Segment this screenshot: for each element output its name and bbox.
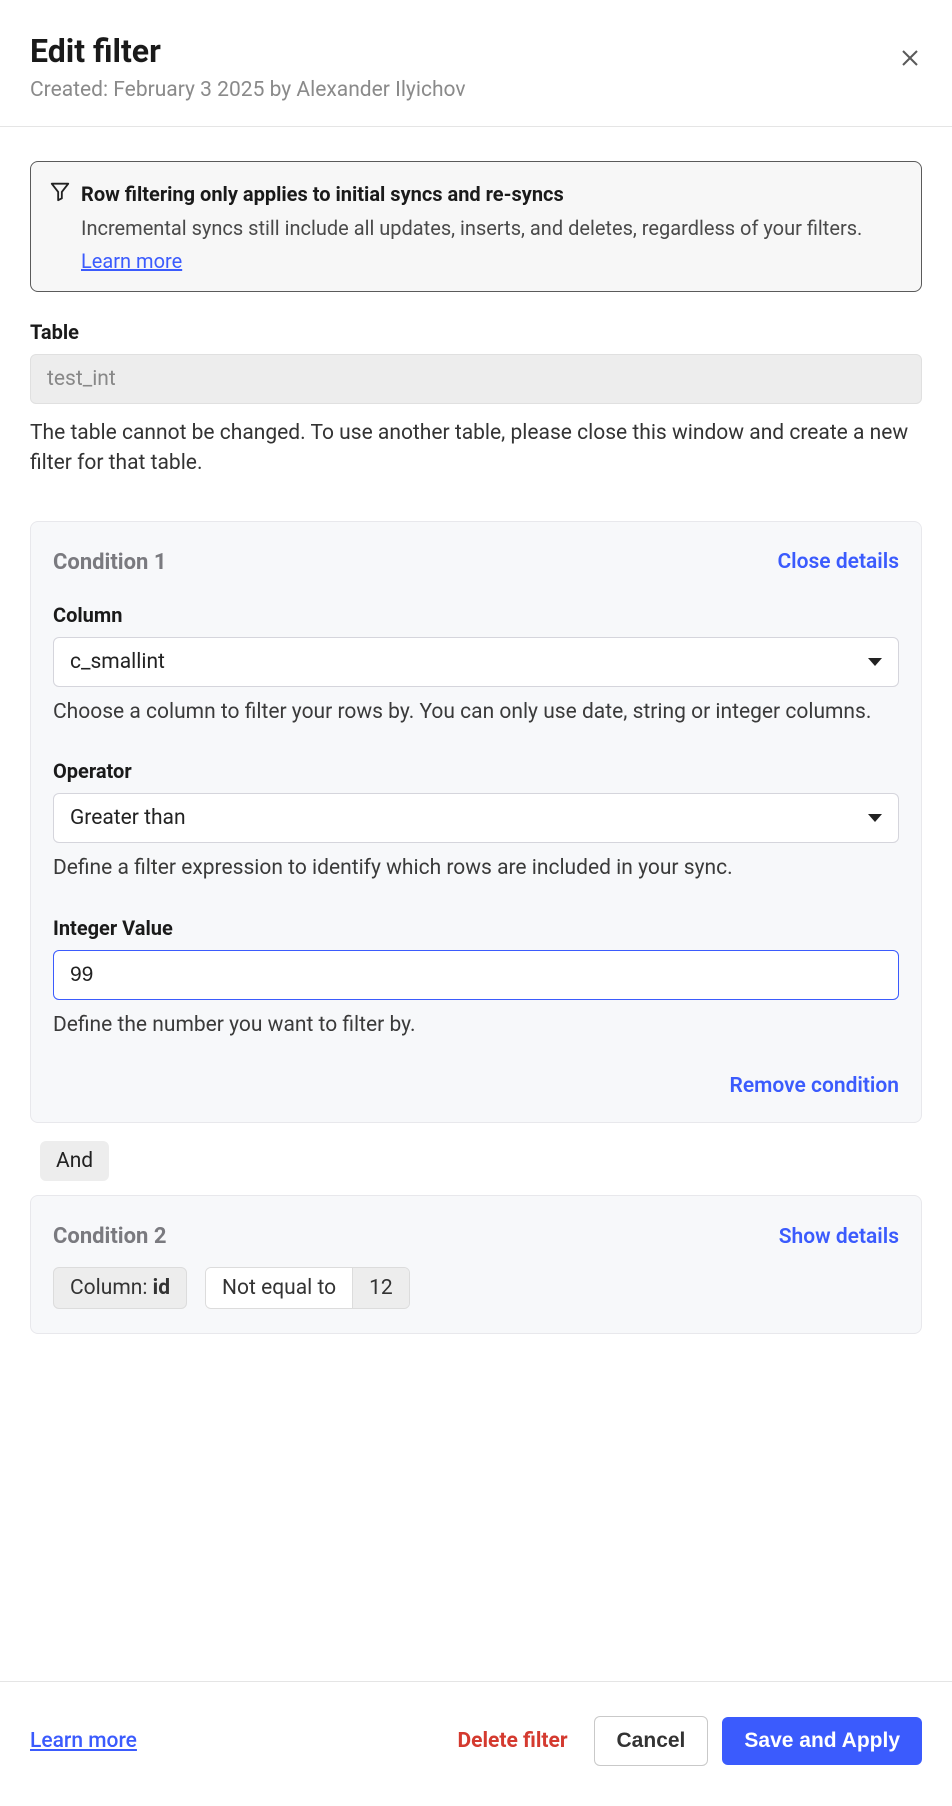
remove-condition-link[interactable]: Remove condition <box>730 1074 900 1098</box>
operator-label: Operator <box>53 759 899 783</box>
and-joiner-chip: And <box>40 1141 109 1181</box>
condition-2-header: Condition 2 Show details <box>53 1224 899 1249</box>
condition-2-column-value: id <box>153 1276 170 1300</box>
info-learn-more-link[interactable]: Learn more <box>81 249 182 273</box>
condition-2-column-pill: Column: id <box>53 1267 187 1309</box>
show-details-link[interactable]: Show details <box>779 1225 899 1249</box>
table-label: Table <box>30 320 922 344</box>
filter-icon <box>49 180 71 202</box>
column-helper-text: Choose a column to filter your rows by. … <box>53 697 899 727</box>
column-select[interactable]: c_smallint <box>53 637 899 687</box>
dialog-content: Row filtering only applies to initial sy… <box>0 127 952 1368</box>
operator-select-value: Greater than <box>70 806 186 830</box>
cancel-button[interactable]: Cancel <box>594 1716 709 1766</box>
condition-2-summary: Column: id Not equal to 12 <box>53 1267 899 1309</box>
footer-learn-more-link[interactable]: Learn more <box>30 1729 137 1753</box>
save-and-apply-button[interactable]: Save and Apply <box>722 1717 922 1765</box>
value-helper-text: Define the number you want to filter by. <box>53 1010 899 1040</box>
info-title: Row filtering only applies to initial sy… <box>81 180 899 208</box>
table-helper-text: The table cannot be changed. To use anot… <box>30 418 922 479</box>
condition-2-value: 12 <box>353 1268 409 1308</box>
chevron-down-icon <box>868 658 882 666</box>
operator-select[interactable]: Greater than <box>53 793 899 843</box>
table-input: test_int <box>30 354 922 404</box>
remove-condition-row: Remove condition <box>53 1074 899 1098</box>
dialog-subtitle: Created: February 3 2025 by Alexander Il… <box>30 78 922 102</box>
info-description: Incremental syncs still include all upda… <box>81 214 899 243</box>
value-label: Integer Value <box>53 916 899 940</box>
column-select-value: c_smallint <box>70 650 165 674</box>
condition-2-operator-value-pill: Not equal to 12 <box>205 1267 410 1309</box>
condition-1-header: Condition 1 Close details <box>53 550 899 575</box>
info-banner: Row filtering only applies to initial sy… <box>30 161 922 292</box>
condition-1-card: Condition 1 Close details Column c_small… <box>30 521 922 1123</box>
column-label: Column <box>53 603 899 627</box>
condition-2-operator: Not equal to <box>206 1268 353 1308</box>
close-button[interactable] <box>898 46 922 70</box>
integer-value-input[interactable] <box>53 950 899 1000</box>
dialog-footer: Learn more Delete filter Cancel Save and… <box>0 1681 952 1806</box>
operator-helper-text: Define a filter expression to identify w… <box>53 853 899 883</box>
close-details-link[interactable]: Close details <box>777 550 899 574</box>
condition-1-title: Condition 1 <box>53 550 166 575</box>
dialog-header: Edit filter Created: February 3 2025 by … <box>0 0 952 127</box>
close-icon <box>898 46 922 70</box>
dialog-title: Edit filter <box>30 32 922 70</box>
condition-2-column-label: Column: <box>70 1276 153 1300</box>
condition-2-title: Condition 2 <box>53 1224 166 1249</box>
delete-filter-button[interactable]: Delete filter <box>457 1729 567 1753</box>
chevron-down-icon <box>868 814 882 822</box>
condition-2-card: Condition 2 Show details Column: id Not … <box>30 1195 922 1334</box>
